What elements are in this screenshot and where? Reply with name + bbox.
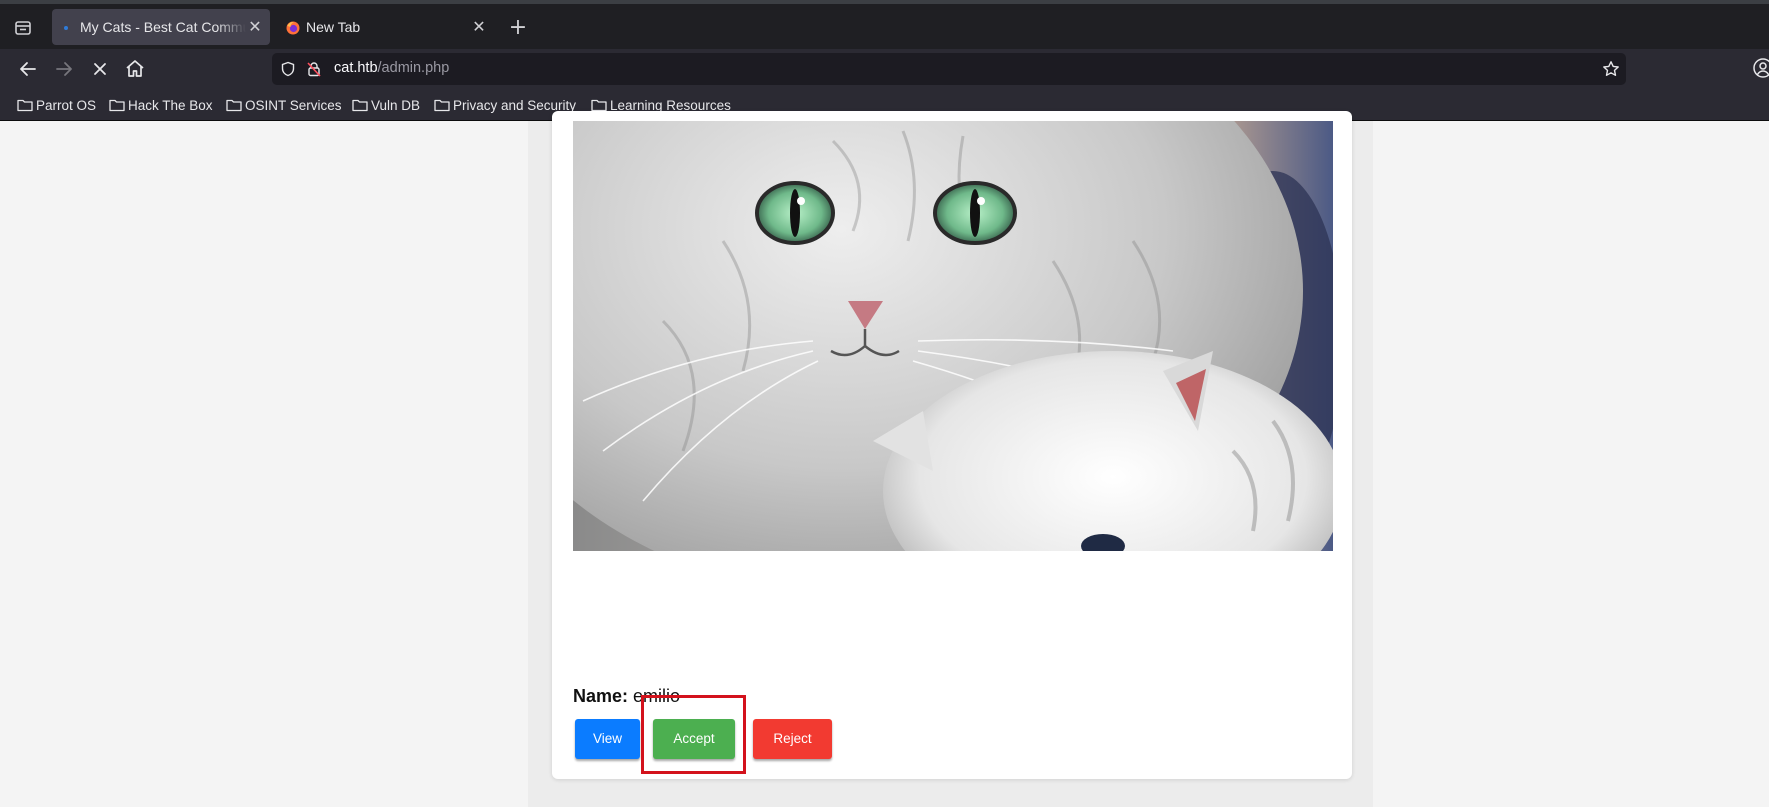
accept-button[interactable]: Accept [653,719,735,759]
bookmark-label: Hack The Box [128,97,213,113]
firefox-icon [286,20,300,35]
new-tab-icon[interactable]: + [506,17,530,41]
bookmark-folder-osint-services[interactable]: OSINT Services [226,96,342,114]
url-text[interactable]: cat.htb/admin.php [334,60,449,76]
close-tab-icon[interactable]: ✕ [246,18,264,36]
bookmark-folder-vuln-db[interactable]: Vuln DB [352,96,420,114]
bookmark-label: Parrot OS [36,97,97,113]
reject-button[interactable]: Reject [753,719,832,759]
tab-title: New Tab [306,19,361,35]
shield-icon[interactable] [280,61,296,77]
page-viewport: Name: emilio View Accept Reject [4,111,1769,807]
account-icon[interactable] [1752,57,1769,79]
bookmark-label: Vuln DB [371,97,421,113]
tab-list-icon[interactable] [12,16,34,38]
cat-photo [573,121,1333,551]
tab-title: My Cats - Best Cat Community [80,19,246,35]
dot-favicon [62,20,76,34]
forward-arrow-icon[interactable] [52,57,76,81]
name-label: Name: [573,686,629,706]
view-button[interactable]: View [575,719,640,759]
bookmark-label: OSINT Services [245,97,342,113]
bookmark-folder-parrot-os[interactable]: Parrot OS [17,96,96,114]
stop-loading-icon[interactable] [88,57,112,81]
url-host: cat.htb [334,60,378,76]
tab-new-tab[interactable]: New Tab ✕ [276,9,494,45]
star-icon[interactable] [1602,60,1620,78]
url-bar[interactable]: cat.htb/admin.php [272,53,1626,85]
name-value: emilio [633,686,681,706]
folder-icon [352,99,368,112]
folder-icon [434,99,450,112]
back-arrow-icon[interactable] [16,57,40,81]
navigation-bar: cat.htb/admin.php [0,49,1769,89]
tab-my-cats[interactable]: My Cats - Best Cat Community ✕ [52,9,270,45]
folder-icon [226,99,242,112]
close-tab-icon[interactable]: ✕ [470,18,488,36]
home-icon[interactable] [123,57,147,81]
folder-icon [591,99,607,112]
lock-slash-icon[interactable] [306,61,322,77]
tab-bar: My Cats - Best Cat Community ✕ New Tab ✕… [0,4,1769,49]
bookmark-folder-hack-the-box[interactable]: Hack The Box [109,96,213,114]
folder-icon [17,99,33,112]
url-path: /admin.php [377,60,450,76]
folder-icon [109,99,125,112]
cat-name-line: Name: emilio [573,686,680,707]
